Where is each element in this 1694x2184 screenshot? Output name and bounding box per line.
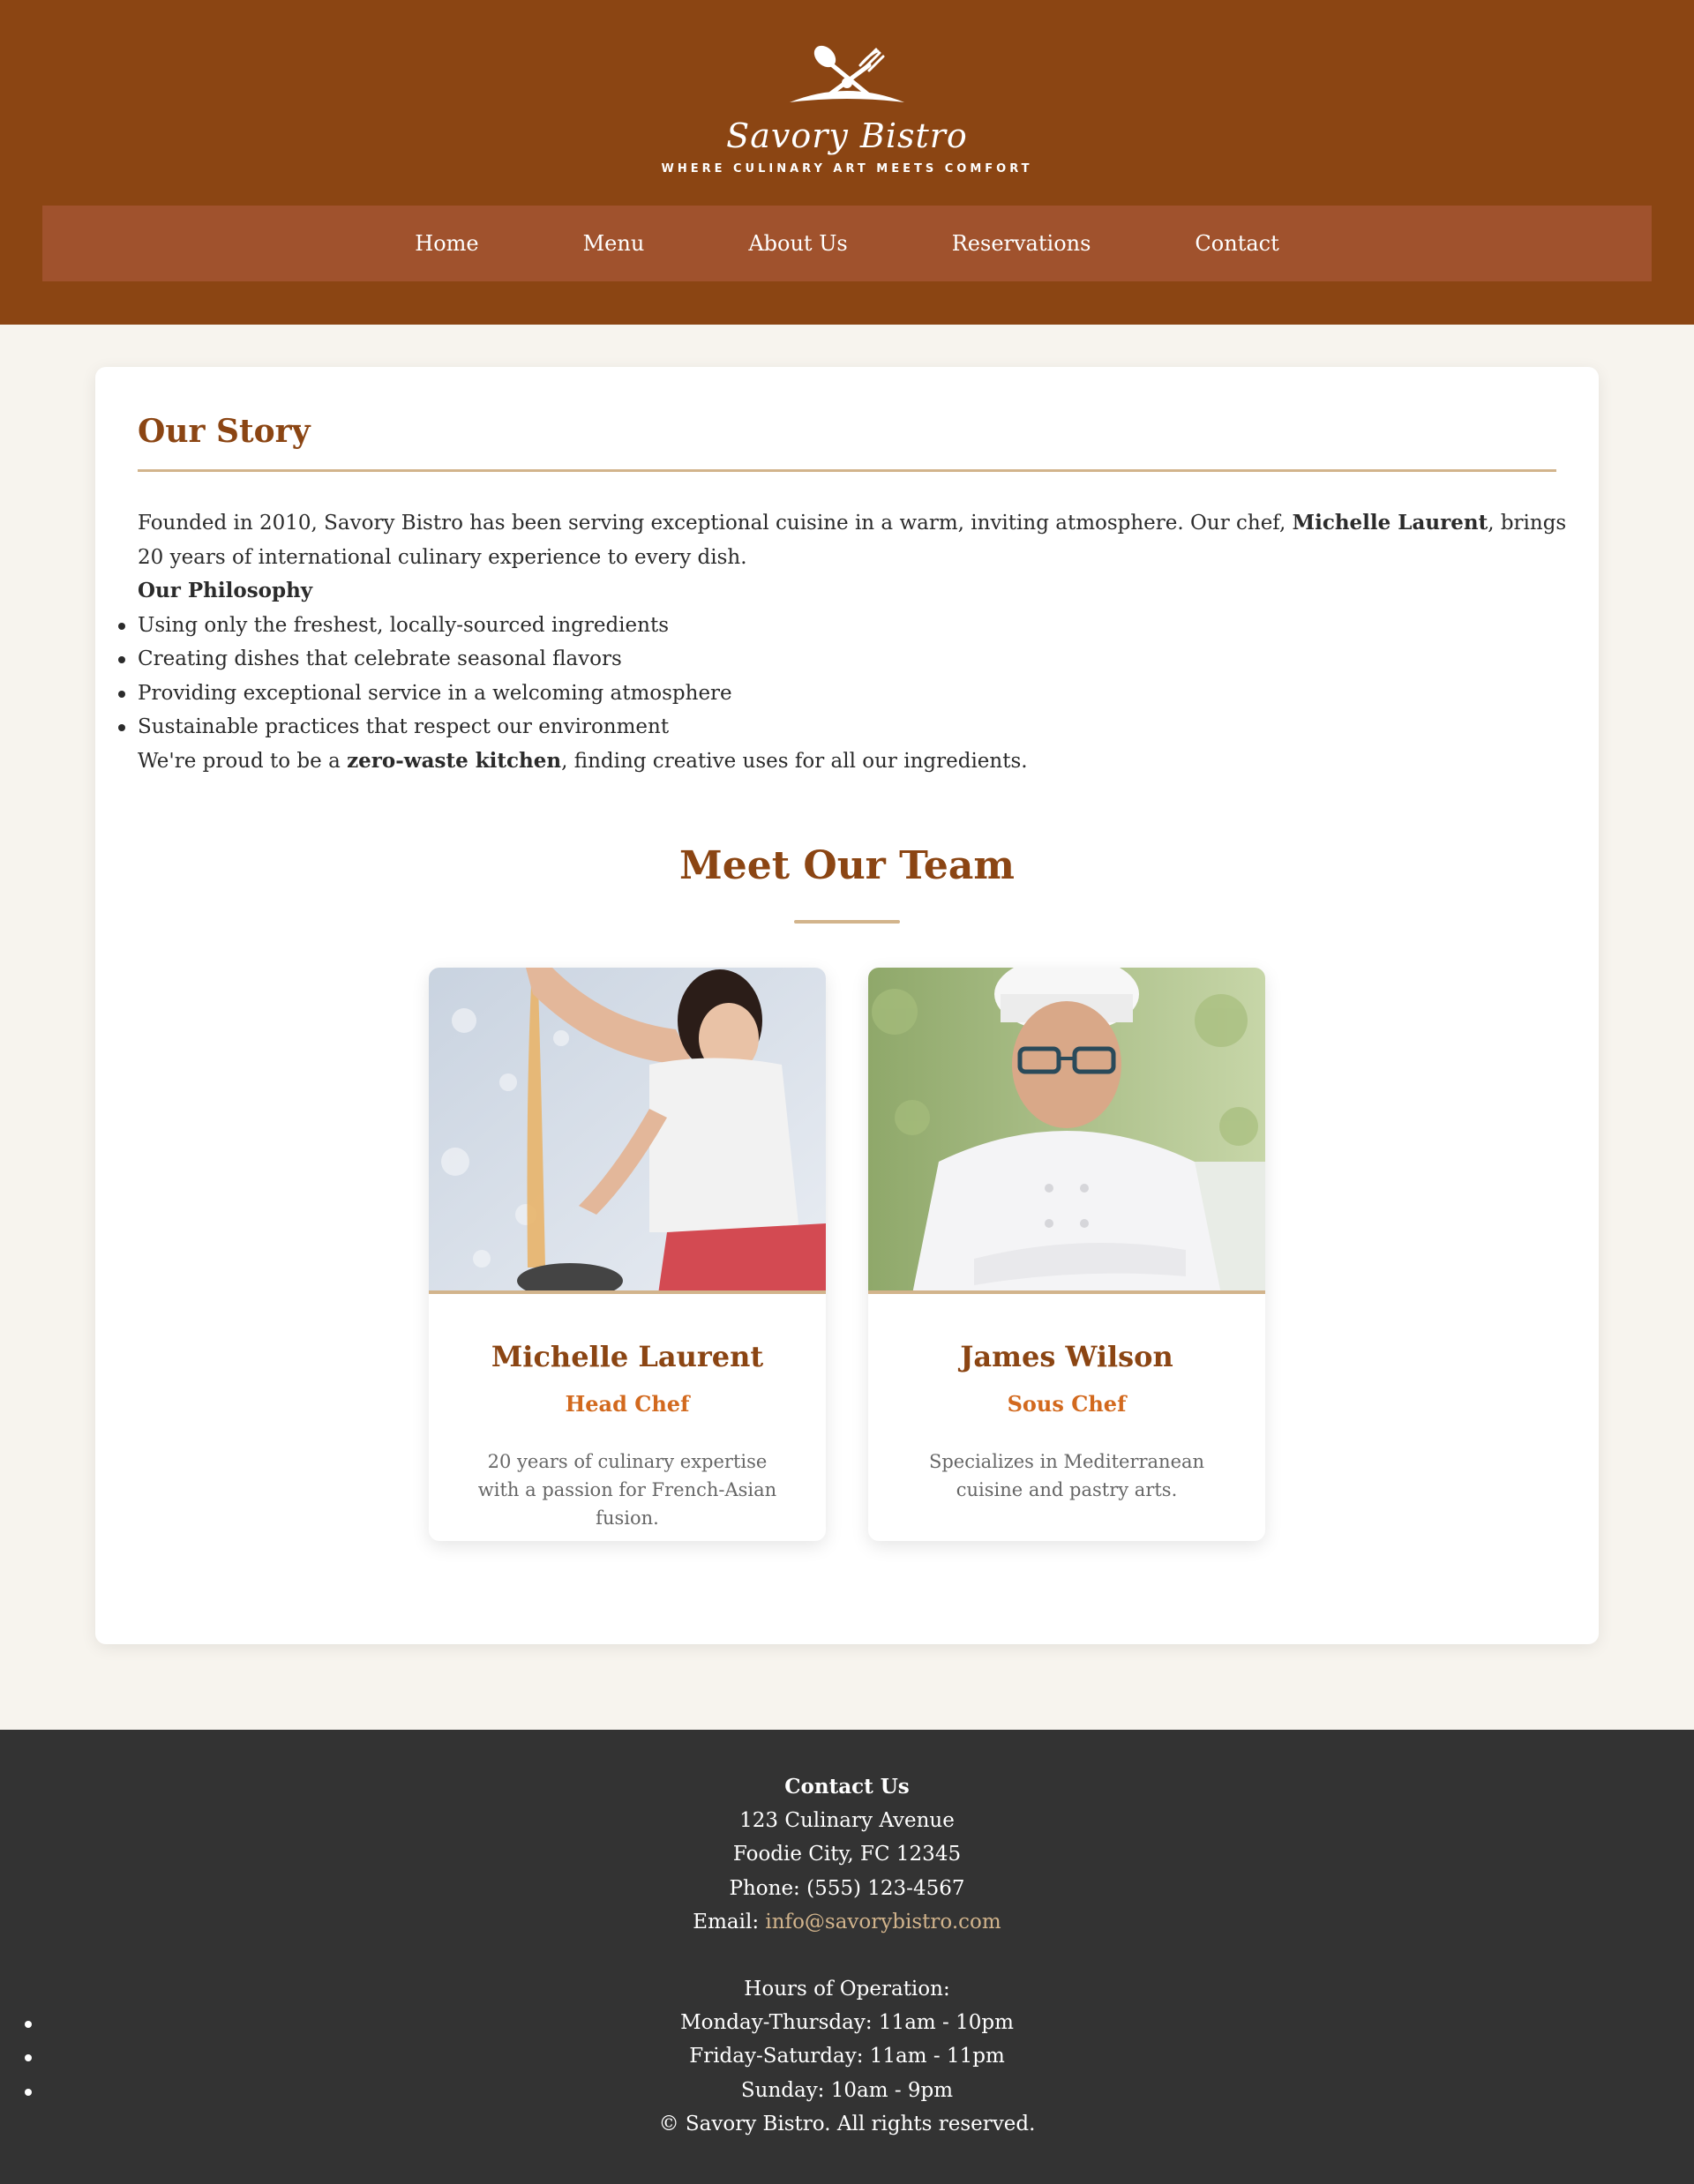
member-name: Michelle Laurent xyxy=(491,1340,764,1373)
philosophy-list: Using only the freshest, locally-sourced… xyxy=(118,609,1567,744)
story-closing: We're proud to be a zero-waste kitchen, … xyxy=(138,744,1567,779)
zero-waste-highlight: zero-waste kitchen xyxy=(347,748,562,773)
crossed-fork-spoon-icon xyxy=(790,45,904,102)
chef-name-highlight: Michelle Laurent xyxy=(1292,511,1488,535)
story-body: Founded in 2010, Savory Bistro has been … xyxy=(118,506,1567,779)
bullet-dot xyxy=(25,2054,32,2062)
hours-list: Monday-Thursday: 11am - 10pm Friday-Satu… xyxy=(0,2006,1694,2107)
footer-address-line2: Foodie City, FC 12345 xyxy=(732,1843,962,1866)
nav-menu[interactable]: Menu xyxy=(531,231,697,256)
footer-contact-heading: Contact Us xyxy=(0,1770,1694,1804)
member-photo xyxy=(429,968,826,1294)
list-item: Monday-Thursday: 11am - 10pm xyxy=(0,2006,1694,2039)
footer-address-line1: 123 Culinary Avenue xyxy=(739,1809,955,1833)
main-nav: Home Menu About Us Reservations Contact xyxy=(42,206,1652,281)
site-footer: Contact Us 123 Culinary Avenue Foodie Ci… xyxy=(0,1730,1694,2184)
list-item: Sunday: 10am - 9pm xyxy=(0,2074,1694,2107)
nav-home[interactable]: Home xyxy=(363,231,530,256)
footer-spacer xyxy=(0,1939,1694,1972)
member-photo xyxy=(868,968,1265,1294)
hours-text: Friday-Saturday: 11am - 11pm xyxy=(689,2045,1005,2068)
chef-photo-image xyxy=(429,968,826,1290)
team-member-card: James Wilson Sous Chef Specializes in Me… xyxy=(868,968,1265,1541)
member-bio: 20 years of culinary expertise with a pa… xyxy=(477,1451,777,1529)
nav-contact[interactable]: Contact xyxy=(1143,231,1330,256)
footer-contact: Contact Us 123 Culinary Avenue Foodie Ci… xyxy=(0,1770,1694,2141)
story-divider xyxy=(138,469,1556,472)
site-header: Savory Bistro WHERE CULINARY ART MEETS C… xyxy=(0,0,1694,325)
chef-photo-image xyxy=(868,968,1265,1290)
philosophy-heading-text: Our Philosophy xyxy=(138,579,313,602)
bullet-dot xyxy=(25,2088,32,2096)
email-label: Email: xyxy=(693,1910,766,1933)
footer-email-line: Email: info@savorybistro.com xyxy=(0,1905,1694,1939)
nav-about-us[interactable]: About Us xyxy=(696,231,899,256)
list-item: Friday-Saturday: 11am - 11pm xyxy=(0,2039,1694,2073)
story-intro-text: Founded in 2010, Savory Bistro has been … xyxy=(138,512,1293,535)
team-member-card: Michelle Laurent Head Chef 20 years of c… xyxy=(429,968,826,1541)
list-item: Providing exceptional service in a welco… xyxy=(118,677,1567,711)
contact-heading-text: Contact Us xyxy=(784,1775,910,1799)
hours-text: Sunday: 10am - 9pm xyxy=(740,2078,954,2102)
story-title: Our Story xyxy=(138,413,311,450)
bullet-dot xyxy=(25,2021,32,2029)
member-role: Sous Chef xyxy=(1007,1391,1127,1417)
footer-phone: Phone: (555) 123-4567 xyxy=(729,1876,965,1900)
team-title: Meet Our Team xyxy=(679,843,1015,888)
nav-reservations[interactable]: Reservations xyxy=(900,231,1143,256)
member-name: James Wilson xyxy=(960,1340,1173,1373)
member-role: Head Chef xyxy=(565,1391,690,1417)
team-divider xyxy=(794,920,900,924)
hours-text: Monday-Thursday: 11am - 10pm xyxy=(680,2011,1014,2035)
story-closing-text-end: , finding creative uses for all our ingr… xyxy=(561,749,1028,773)
brand-name: Savory Bistro xyxy=(726,116,968,155)
email-link[interactable]: info@savorybistro.com xyxy=(765,1911,1001,1933)
philosophy-heading: Our Philosophy xyxy=(138,574,1567,609)
member-bio: Specializes in Mediterranean cuisine and… xyxy=(928,1451,1205,1500)
story-closing-text: We're proud to be a xyxy=(138,749,348,773)
about-card: Our Story Founded in 2010, Savory Bistro… xyxy=(95,367,1599,1644)
list-item: Using only the freshest, locally-sourced… xyxy=(118,609,1567,643)
copyright: © Savory Bistro. All rights reserved. xyxy=(658,2112,1036,2135)
story-intro: Founded in 2010, Savory Bistro has been … xyxy=(138,506,1567,574)
hours-heading: Hours of Operation: xyxy=(744,1978,950,2001)
brand-tagline: WHERE CULINARY ART MEETS COMFORT xyxy=(661,162,1033,176)
logo[interactable]: Savory Bistro WHERE CULINARY ART MEETS C… xyxy=(0,44,1694,176)
list-item: Creating dishes that celebrate seasonal … xyxy=(118,642,1567,677)
list-item: Sustainable practices that respect our e… xyxy=(118,710,1567,744)
